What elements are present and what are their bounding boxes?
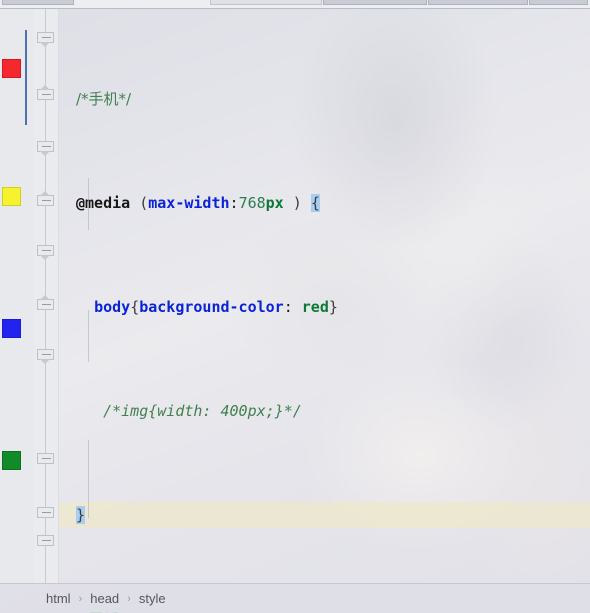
fold-collapse-block-2[interactable]	[37, 191, 54, 210]
fold-arrow-icon	[40, 151, 50, 156]
space-2	[284, 194, 293, 212]
fold-box	[37, 299, 54, 310]
comment-mobile: /*手机*/	[76, 90, 132, 108]
code-line[interactable]: /*手机*/	[58, 86, 590, 112]
unit-px: px	[265, 194, 284, 212]
fold-collapse-html-tag[interactable]	[37, 535, 54, 550]
fold-collapse-media-desktop[interactable]	[37, 245, 54, 260]
fold-arrow-icon	[40, 191, 50, 196]
tab-segment-3[interactable]	[323, 0, 427, 5]
brace-close-matched: }	[76, 506, 86, 524]
commented-img-rule: /*img{width: 400px;}*/	[103, 402, 302, 420]
fold-collapse-block-3[interactable]	[37, 295, 54, 314]
space-3	[302, 194, 311, 212]
fold-box	[37, 535, 54, 546]
breadcrumb-item-html[interactable]: html	[46, 591, 71, 606]
tab-segment-4[interactable]	[428, 0, 528, 5]
fold-collapse-media-large[interactable]	[37, 349, 54, 364]
colon: :	[283, 298, 293, 316]
selector-body: body	[94, 298, 131, 316]
background-color-property: background-color	[139, 298, 284, 316]
fold-arrow-icon	[40, 85, 50, 90]
red-color-swatch[interactable]	[2, 59, 21, 78]
fold-box	[37, 89, 54, 100]
color-marker-gutter[interactable]	[0, 8, 34, 583]
tab-segment-5[interactable]	[529, 0, 588, 5]
brace-open-matched: {	[310, 194, 320, 212]
fold-collapse-media-mobile[interactable]	[37, 32, 54, 47]
chevron-right-icon: ›	[127, 592, 131, 605]
indent-guide-2	[88, 310, 89, 362]
minus-icon	[42, 512, 51, 513]
minus-icon	[42, 94, 51, 95]
blue-color-swatch[interactable]	[2, 319, 21, 338]
max-width-feature: max-width	[148, 194, 230, 212]
minus-icon	[42, 540, 51, 541]
code-fold-gutter[interactable]	[34, 8, 59, 583]
minus-icon	[42, 354, 51, 355]
fold-collapse-head-tag[interactable]	[37, 507, 54, 522]
breadcrumb-item-head[interactable]: head	[90, 591, 119, 606]
current-code-block-indicator	[25, 30, 27, 125]
indent-guide-3	[88, 440, 89, 518]
at-media-keyword: @media	[76, 194, 131, 212]
breadcrumb-item-style[interactable]: style	[139, 591, 166, 606]
fold-collapse-media-tablet[interactable]	[37, 141, 54, 156]
value-768: 768	[238, 194, 266, 212]
green-color-swatch[interactable]	[2, 451, 21, 470]
fold-arrow-icon	[40, 42, 50, 47]
minus-icon	[42, 304, 51, 305]
minus-icon	[42, 250, 51, 251]
chevron-right-icon: ›	[78, 592, 83, 605]
code-line[interactable]: @media (max-width:768px ) {	[58, 190, 590, 216]
top-tab-strip[interactable]	[0, 0, 590, 9]
fold-box	[37, 507, 54, 518]
indent-guide-1	[88, 178, 89, 230]
fold-arrow-icon	[40, 359, 50, 364]
code-text-area[interactable]: /*手机*/ @media (max-width:768px ) { body{…	[58, 8, 590, 613]
fold-box	[37, 195, 54, 206]
minus-icon	[42, 146, 51, 147]
brace-open: {	[130, 298, 140, 316]
minus-icon	[42, 458, 51, 459]
code-line-current[interactable]: }	[58, 502, 590, 528]
minus-icon	[42, 200, 51, 201]
colon: :	[229, 194, 239, 212]
paren-open: (	[139, 194, 149, 212]
fold-arrow-icon	[40, 255, 50, 260]
tab-segment-2[interactable]	[210, 0, 322, 5]
tab-segment-1[interactable]	[2, 0, 74, 5]
code-line[interactable]: /*img{width: 400px;}*/	[58, 398, 590, 424]
minus-icon	[42, 37, 51, 38]
ide-editor-window: /*手机*/ @media (max-width:768px ) { body{…	[0, 0, 590, 613]
fold-collapse-style-tag[interactable]	[37, 453, 54, 468]
color-value-red: red	[301, 298, 329, 316]
fold-collapse-block-1[interactable]	[37, 85, 54, 104]
yellow-color-swatch[interactable]	[2, 187, 21, 206]
paren-close: )	[292, 194, 302, 212]
code-line[interactable]: body{background-color: red}	[58, 294, 590, 320]
fold-arrow-icon	[40, 295, 50, 300]
breadcrumb[interactable]: html › head › style	[0, 583, 590, 613]
brace-close: }	[328, 298, 338, 316]
fold-box	[37, 453, 54, 464]
space-1	[130, 194, 139, 212]
